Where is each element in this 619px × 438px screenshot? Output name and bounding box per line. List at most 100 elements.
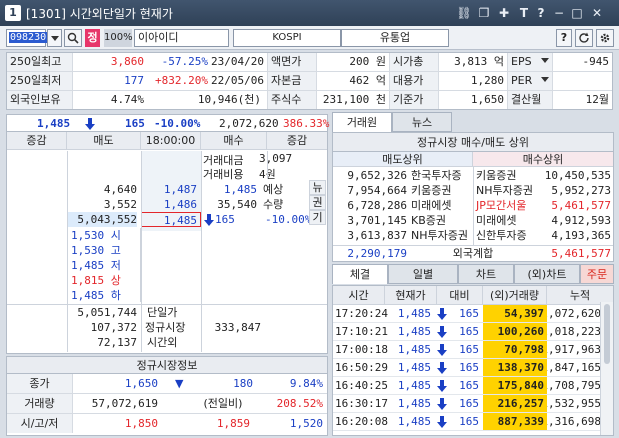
sector-field: 유통업 [341, 29, 449, 47]
pin-icon[interactable]: ✚ [496, 5, 512, 21]
sell-broker[interactable]: KB증권 [411, 214, 446, 227]
sell-qty: 9,652,326 [347, 169, 407, 182]
ask-qty: 5,043,552 [67, 212, 137, 227]
down-arrow-icon [437, 344, 447, 356]
close-icon[interactable]: ✕ [589, 5, 605, 21]
trade-row: 17:20:24 1,485 165 54,397 2,072,620 [333, 305, 603, 323]
window-number-badge: 1 [5, 5, 21, 21]
buy-qty: 5,461,577 [551, 199, 611, 212]
side-tab-rights[interactable]: 권 [309, 195, 326, 210]
eps-select[interactable]: EPS [507, 53, 553, 71]
tab-order[interactable]: 주문 [580, 264, 614, 284]
tab-foreign-chart[interactable]: (외)차트 [514, 264, 580, 284]
minimize-icon[interactable]: − [551, 5, 567, 21]
close-price: 1,650 [124, 377, 158, 390]
help-button[interactable]: ? [556, 29, 572, 47]
info-value: 4.74% [110, 93, 144, 106]
text-size-icon[interactable]: T [516, 5, 532, 21]
bid-total: 333,847 [214, 321, 261, 334]
divider [333, 245, 613, 246]
tab-broker[interactable]: 거래원 [332, 112, 392, 132]
stock-name-field[interactable]: 이아이디 [134, 29, 229, 47]
link-icon[interactable]: ⛓ [456, 5, 472, 21]
trade-change: 165 [459, 379, 479, 392]
sell-broker[interactable]: NH투자증권 [411, 229, 468, 242]
sell-qty: 7,954,664 [347, 184, 407, 197]
trade-volume: 216,257 [497, 397, 544, 410]
info-value: 462 억 [349, 74, 386, 87]
trade-time: 16:20:08 [335, 415, 388, 428]
trade-change: 165 [459, 325, 479, 338]
foreign-total-row: 2,290,179 외국계합 5,461,577 [333, 247, 613, 260]
limit-row: 1,530 시 [71, 228, 121, 243]
trade-change: 165 [459, 361, 479, 374]
ask-price[interactable]: 1,487 [141, 182, 197, 197]
trade-cumulative: 1,708,795 [547, 379, 601, 392]
column-header: 매수 [201, 132, 267, 150]
trade-cumulative: 1,532,955 [547, 397, 601, 410]
orderbook-time: 18:00:00 [141, 132, 201, 150]
info-label: 자본금 [267, 72, 317, 90]
buy-qty: 10,450,535 [544, 169, 611, 182]
trade-volume: 70,798 [504, 343, 544, 356]
maximize-icon[interactable]: □ [569, 5, 585, 21]
stock-code-input[interactable]: 098230 [6, 29, 48, 47]
buy-broker[interactable]: 키움증권 [476, 169, 516, 182]
open-price: 1,850 [124, 417, 158, 430]
ask-price[interactable]: 1,486 [141, 197, 197, 212]
trade-cumulative: 2,072,620 [547, 307, 601, 320]
sell-broker[interactable]: 키움증권 [411, 184, 451, 197]
foreign-total-label: 외국계합 [452, 247, 494, 260]
stock-code-value: 098230 [9, 32, 48, 43]
tab-executions[interactable]: 체결 [332, 264, 388, 284]
sell-broker[interactable]: 미래에셋 [411, 199, 451, 212]
column-header: 증감 [7, 132, 67, 150]
help-icon[interactable]: ? [533, 5, 549, 21]
info-label: 결산월 [507, 91, 553, 109]
jeong-badge[interactable]: 정 [85, 29, 100, 47]
info-value: 1,650 [470, 93, 504, 106]
down-arrow-icon [437, 326, 447, 338]
refresh-icon [579, 32, 589, 43]
per-select[interactable]: PER [507, 72, 553, 90]
divider [267, 151, 268, 179]
side-tab-news[interactable]: 뉴 [309, 180, 326, 195]
trade-price: 1,485 [397, 415, 431, 428]
info-value [553, 72, 613, 90]
trade-volume: 175,840 [497, 379, 544, 392]
trades-scrollbar[interactable] [600, 302, 613, 435]
trade-time: 17:20:24 [335, 307, 388, 320]
tab-news[interactable]: 뉴스 [392, 112, 452, 132]
info-value: 200 원 [349, 55, 386, 68]
sell-broker[interactable]: 한국투자증 [411, 169, 462, 182]
buy-broker[interactable]: 신한투자증 [476, 229, 527, 242]
buy-broker[interactable]: NH투자증권 [476, 184, 533, 197]
title-bar: 1 [1301] 시간외단일가 현재가 ⛓ ❐ ✚ T ? − □ ✕ [0, 0, 619, 26]
copy-icon[interactable]: ❐ [476, 5, 492, 21]
price-change-rate: -10.00% [154, 117, 201, 130]
trade-price: 1,485 [397, 361, 431, 374]
info-value: +832.20% [155, 74, 208, 87]
volume-vs-prev: 208.52% [276, 397, 323, 410]
limit-label: 하 [110, 289, 121, 302]
ask-price-current[interactable]: 1,485 [141, 212, 201, 227]
trade-row: 16:50:29 1,485 165 138,370 1,847,165 [333, 359, 603, 377]
side-tab-etc[interactable]: 기 [309, 210, 326, 225]
trade-cumulative: 1,316,698 [547, 415, 601, 428]
refresh-button[interactable] [575, 29, 593, 47]
high-price: 1,859 [216, 417, 250, 430]
code-dropdown-button[interactable] [47, 29, 62, 47]
tab-daily[interactable]: 일별 [388, 264, 458, 284]
settings-button[interactable] [596, 29, 614, 47]
foreign-sell-total: 2,290,179 [347, 247, 407, 260]
divider [201, 151, 202, 352]
info-row: 외국인보유 4.74% 10,946(천) 주식수 231,100 천 기준가 … [7, 91, 612, 110]
info-label: 시가총 [389, 53, 439, 71]
scrollbar-thumb[interactable] [604, 304, 610, 364]
chevron-down-icon [541, 58, 549, 63]
tab-chart[interactable]: 차트 [458, 264, 514, 284]
search-button[interactable] [64, 29, 82, 47]
buy-broker[interactable]: 미래에셋 [476, 214, 516, 227]
buy-broker[interactable]: JP모간서울 [476, 199, 526, 212]
info-row: 250일최고 3,860 -57.25% 23/04/20 액면가 200 원 … [7, 53, 612, 72]
